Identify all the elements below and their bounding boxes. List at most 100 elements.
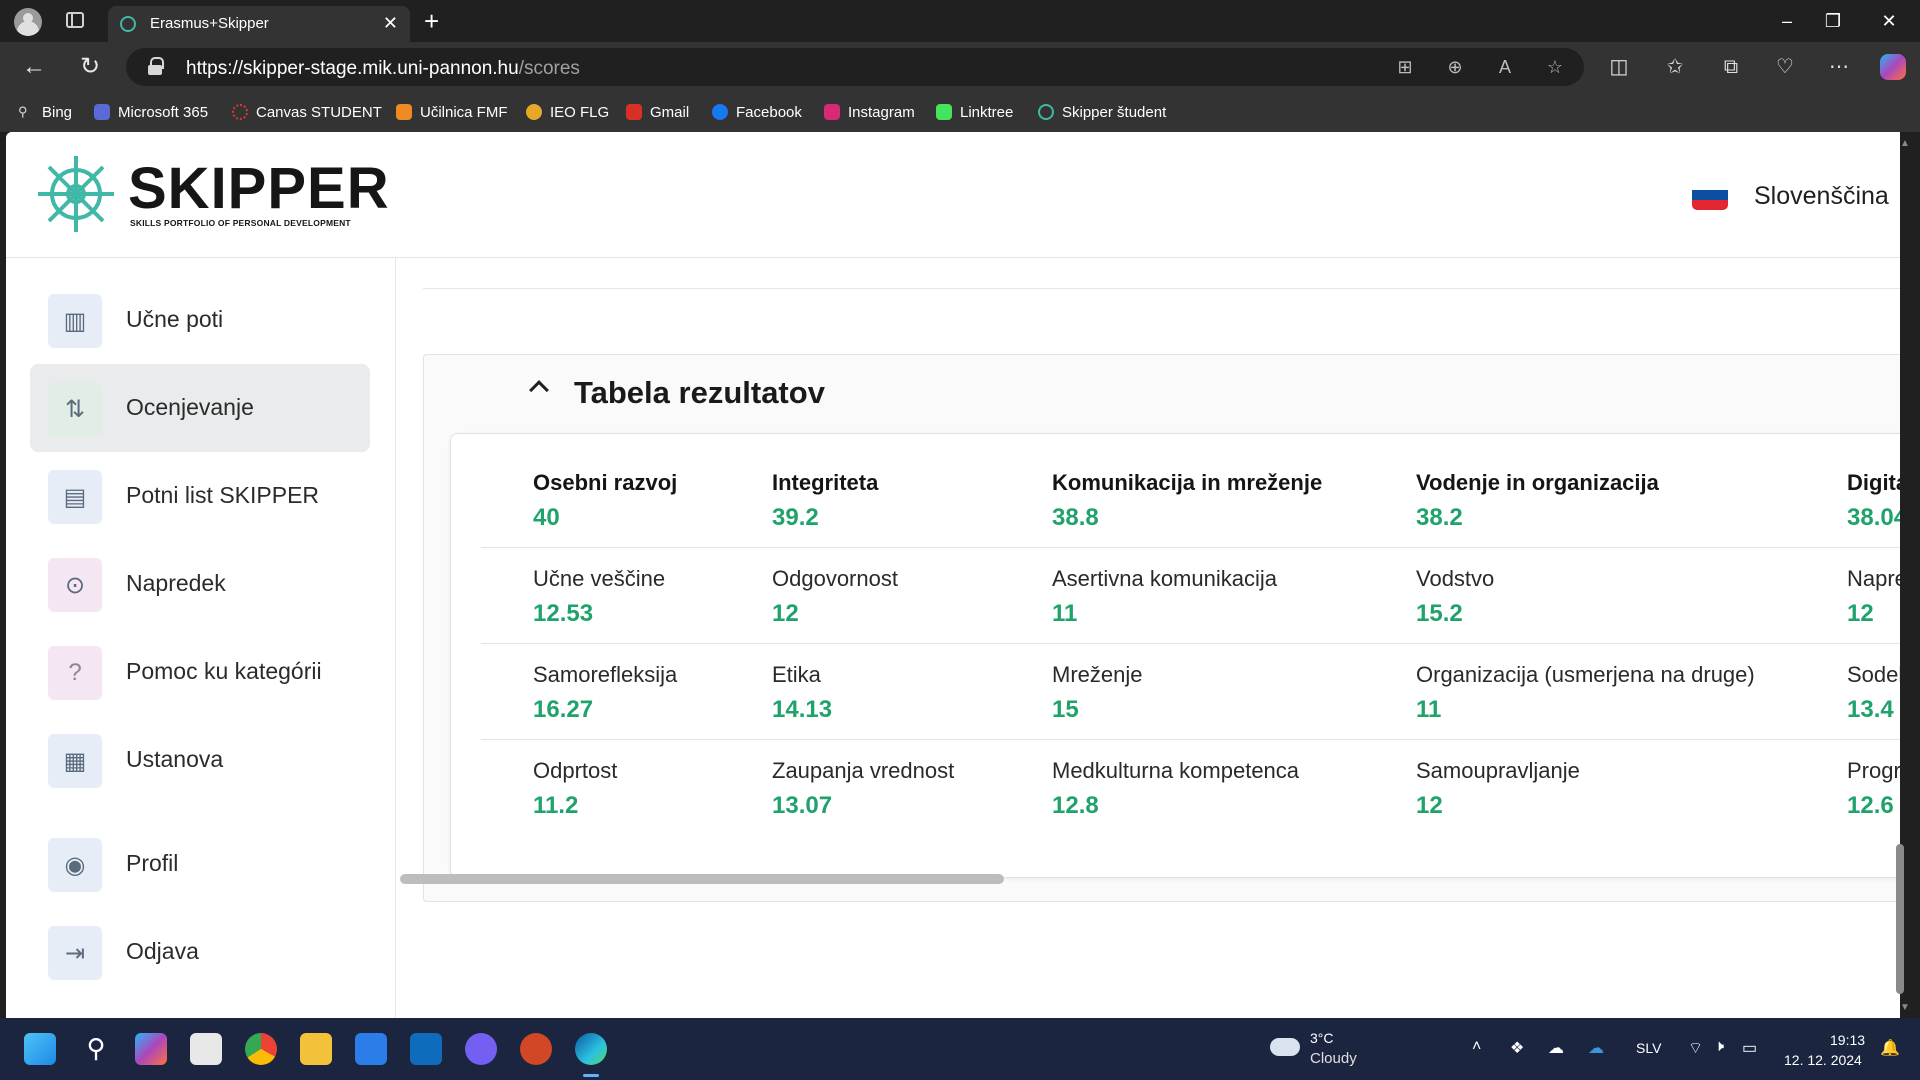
minimize-button[interactable]: – bbox=[1764, 8, 1810, 34]
close-window-button[interactable]: ✕ bbox=[1866, 8, 1912, 34]
sidebar-item-ocenjevanje[interactable]: ⇅ Ocenjevanje bbox=[30, 364, 370, 452]
close-tab-icon[interactable]: ✕ bbox=[383, 13, 398, 33]
read-aloud-icon[interactable]: A bbox=[1494, 56, 1516, 78]
favorites-icon[interactable]: ✩ bbox=[1662, 54, 1688, 80]
skill-score: 12 bbox=[1416, 792, 1443, 819]
new-tab-button[interactable]: + bbox=[424, 6, 439, 36]
sidebar-item-label: Potni list SKIPPER bbox=[126, 482, 320, 508]
sidebar-item-napredek[interactable]: ⊙ Napredek bbox=[30, 540, 370, 628]
category-score: 38.2 bbox=[1416, 504, 1463, 531]
chrome-icon[interactable] bbox=[245, 1033, 277, 1065]
outlook-icon[interactable] bbox=[410, 1033, 442, 1065]
bookmark-skipper-student[interactable]: Skipper študent bbox=[1038, 102, 1166, 122]
skill-label: Samoupravljanje bbox=[1416, 758, 1580, 783]
dropbox-icon[interactable]: ❖ bbox=[1510, 1038, 1524, 1058]
file-explorer-icon[interactable] bbox=[300, 1033, 332, 1065]
input-language[interactable]: SLV bbox=[1636, 1040, 1661, 1056]
edge-icon[interactable] bbox=[575, 1033, 607, 1077]
bookmark-label: Bing bbox=[42, 103, 73, 121]
notification-bell-icon[interactable]: 🔔 bbox=[1880, 1038, 1900, 1058]
bookmark-instagram[interactable]: Instagram bbox=[824, 102, 915, 122]
bookmarks-bar: ⚲ Bing Microsoft 365 Canvas STUDENT Učiln… bbox=[0, 92, 1920, 132]
sidebar: ▥ Učne poti ⇅ Ocenjevanje ▤ Potni list S… bbox=[6, 258, 396, 1018]
books-icon: ▥ bbox=[48, 294, 102, 348]
chevron-up-icon[interactable] bbox=[529, 380, 549, 400]
bookmark-ieo-flg[interactable]: IEO FLG bbox=[526, 102, 609, 122]
skill-score: 15.2 bbox=[1416, 600, 1463, 627]
vertical-scroll-thumb[interactable] bbox=[1896, 844, 1904, 994]
restore-button[interactable]: ❐ bbox=[1810, 8, 1856, 34]
bookmark-linktree[interactable]: Linktree bbox=[936, 102, 1013, 122]
app-available-icon[interactable]: ⊞ bbox=[1394, 56, 1416, 78]
tab-actions-icon[interactable] bbox=[66, 12, 84, 28]
horizontal-scroll-thumb[interactable] bbox=[400, 874, 1004, 884]
viber-icon[interactable] bbox=[465, 1033, 497, 1065]
copilot-taskbar-icon[interactable] bbox=[135, 1033, 167, 1065]
collections-icon[interactable]: ⧉ bbox=[1718, 54, 1744, 80]
horizontal-scrollbar[interactable] bbox=[396, 1000, 1900, 1018]
ieo-icon bbox=[526, 104, 542, 120]
bookmark-label: IEO FLG bbox=[550, 103, 610, 121]
sidebar-item-profil[interactable]: ◉ Profil bbox=[30, 820, 370, 908]
clock-time[interactable]: 19:13 bbox=[1830, 1032, 1865, 1048]
zoom-icon[interactable]: ⊕ bbox=[1444, 56, 1466, 78]
powerpoint-icon[interactable] bbox=[520, 1033, 552, 1065]
skill-score: 13.07 bbox=[772, 792, 833, 819]
skill-score: 12 bbox=[1847, 600, 1874, 627]
refresh-button[interactable]: ↻ bbox=[74, 52, 106, 84]
sidebar-item-potni-list[interactable]: ▤ Potni list SKIPPER bbox=[30, 452, 370, 540]
scroll-down-arrow-icon[interactable]: ▼ bbox=[1900, 1002, 1910, 1013]
sidebar-item-pomoc[interactable]: ? Pomoc ku kategórii bbox=[30, 628, 370, 716]
url-text[interactable]: https://skipper-stage.mik.uni-pannon.hu/… bbox=[186, 58, 580, 80]
split-screen-icon[interactable]: ◫ bbox=[1606, 54, 1632, 80]
bookmark-label: Facebook bbox=[736, 103, 802, 121]
profile-avatar-icon[interactable] bbox=[14, 8, 42, 36]
windows-start-icon[interactable] bbox=[24, 1033, 56, 1065]
onedrive-white-icon[interactable]: ☁ bbox=[1548, 1038, 1564, 1058]
sidebar-item-ucne-poti[interactable]: ▥ Učne poti bbox=[30, 276, 370, 364]
sidebar-item-label: Ocenjevanje bbox=[126, 394, 254, 420]
language-selector[interactable]: Slovenščina bbox=[1754, 182, 1889, 211]
skill-label: Progr bbox=[1847, 758, 1900, 783]
results-accordion: Tabela rezultatov Osebni razvoj 40 Integ… bbox=[423, 354, 1900, 902]
tab-title: Erasmus+Skipper bbox=[150, 15, 269, 32]
snipping-tool-icon[interactable] bbox=[190, 1033, 222, 1065]
volume-muted-icon[interactable]: 🕨 bbox=[1714, 1038, 1724, 1056]
onedrive-blue-icon[interactable]: ☁ bbox=[1588, 1038, 1604, 1058]
sidebar-item-label: Pomoc ku kategórii bbox=[126, 658, 322, 684]
scroll-up-arrow-icon[interactable]: ▲ bbox=[1900, 138, 1910, 149]
notepad-icon[interactable] bbox=[355, 1033, 387, 1065]
sidebar-item-ustanova[interactable]: ▦ Ustanova bbox=[30, 716, 370, 804]
results-title[interactable]: Tabela rezultatov bbox=[574, 375, 825, 411]
ship-wheel-logo-icon[interactable] bbox=[30, 152, 126, 236]
bookmark-bing[interactable]: ⚲ Bing bbox=[18, 102, 72, 122]
browser-tab[interactable]: Erasmus+Skipper ✕ bbox=[108, 6, 410, 42]
browser-essentials-icon[interactable]: ♡ bbox=[1772, 54, 1798, 80]
lock-icon[interactable] bbox=[148, 57, 164, 75]
search-icon[interactable]: ⚲ bbox=[80, 1033, 112, 1065]
back-button[interactable]: ← bbox=[18, 52, 50, 84]
skill-label: Mreženje bbox=[1052, 662, 1143, 687]
skill-score: 11.2 bbox=[533, 792, 579, 819]
weather-temperature[interactable]: 3°C bbox=[1310, 1030, 1334, 1046]
logout-icon: ⇥ bbox=[48, 926, 102, 980]
clock-date[interactable]: 12. 12. 2024 bbox=[1784, 1052, 1862, 1068]
logo-wordmark[interactable]: SKIPPER bbox=[128, 160, 390, 218]
sidebar-item-odjava[interactable]: ⇥ Odjava bbox=[30, 908, 370, 996]
favorite-star-icon[interactable]: ☆ bbox=[1544, 56, 1566, 78]
battery-icon[interactable]: ▭ bbox=[1742, 1038, 1757, 1058]
bookmark-facebook[interactable]: Facebook bbox=[712, 102, 802, 122]
address-bar[interactable]: https://skipper-stage.mik.uni-pannon.hu/… bbox=[126, 48, 1584, 86]
bookmark-label: Microsoft 365 bbox=[118, 103, 209, 121]
wifi-icon[interactable]: ⌔ bbox=[1688, 1038, 1703, 1058]
cloud-weather-icon[interactable] bbox=[1270, 1038, 1300, 1056]
chevron-up-tray-icon[interactable]: ˄ bbox=[1472, 1038, 1481, 1056]
bookmark-gmail[interactable]: Gmail bbox=[626, 102, 689, 122]
slovenia-flag-icon[interactable] bbox=[1692, 180, 1728, 210]
weather-condition[interactable]: Cloudy bbox=[1310, 1050, 1357, 1067]
more-options-icon[interactable]: ⋯ bbox=[1826, 54, 1852, 80]
bookmark-canvas-student[interactable]: Canvas STUDENT bbox=[232, 102, 382, 122]
bookmark-microsoft-365[interactable]: Microsoft 365 bbox=[94, 102, 208, 122]
bookmark-ucilnica-fmf[interactable]: Učilnica FMF bbox=[396, 102, 508, 122]
copilot-icon[interactable] bbox=[1880, 54, 1906, 80]
